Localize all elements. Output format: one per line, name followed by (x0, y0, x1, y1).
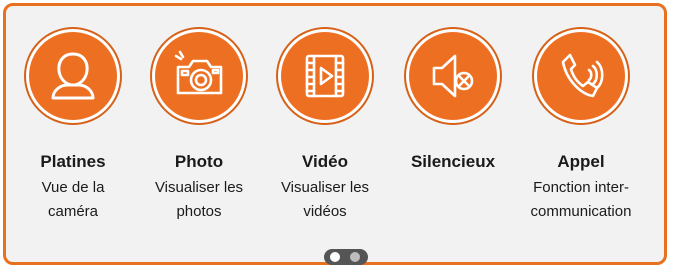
camera-icon[interactable] (155, 32, 243, 120)
mute-icon[interactable] (409, 32, 497, 120)
user-icon[interactable] (29, 32, 117, 120)
feature-description: Vue de la caméra (41, 179, 105, 220)
features-panel: Platines Vue de la caméra Photo Visualis… (3, 3, 667, 265)
feature-description: Visualiser les photos (154, 179, 244, 220)
feature-title: Vidéo (302, 152, 348, 171)
feature-title: Photo (174, 152, 224, 171)
feature-title: Platines (40, 152, 106, 171)
feature-title: Appel (557, 152, 605, 171)
feature-description: Visualiser les vidéos (280, 179, 370, 220)
feature-description: Fonction inter-communication (530, 179, 632, 220)
pagination-dot-active[interactable] (330, 252, 340, 262)
pagination-dots[interactable] (324, 249, 368, 265)
feature-title: Silencieux (410, 152, 496, 171)
pagination-dot[interactable] (350, 252, 360, 262)
phone-call-icon[interactable] (537, 32, 625, 120)
video-icon[interactable] (281, 32, 369, 120)
